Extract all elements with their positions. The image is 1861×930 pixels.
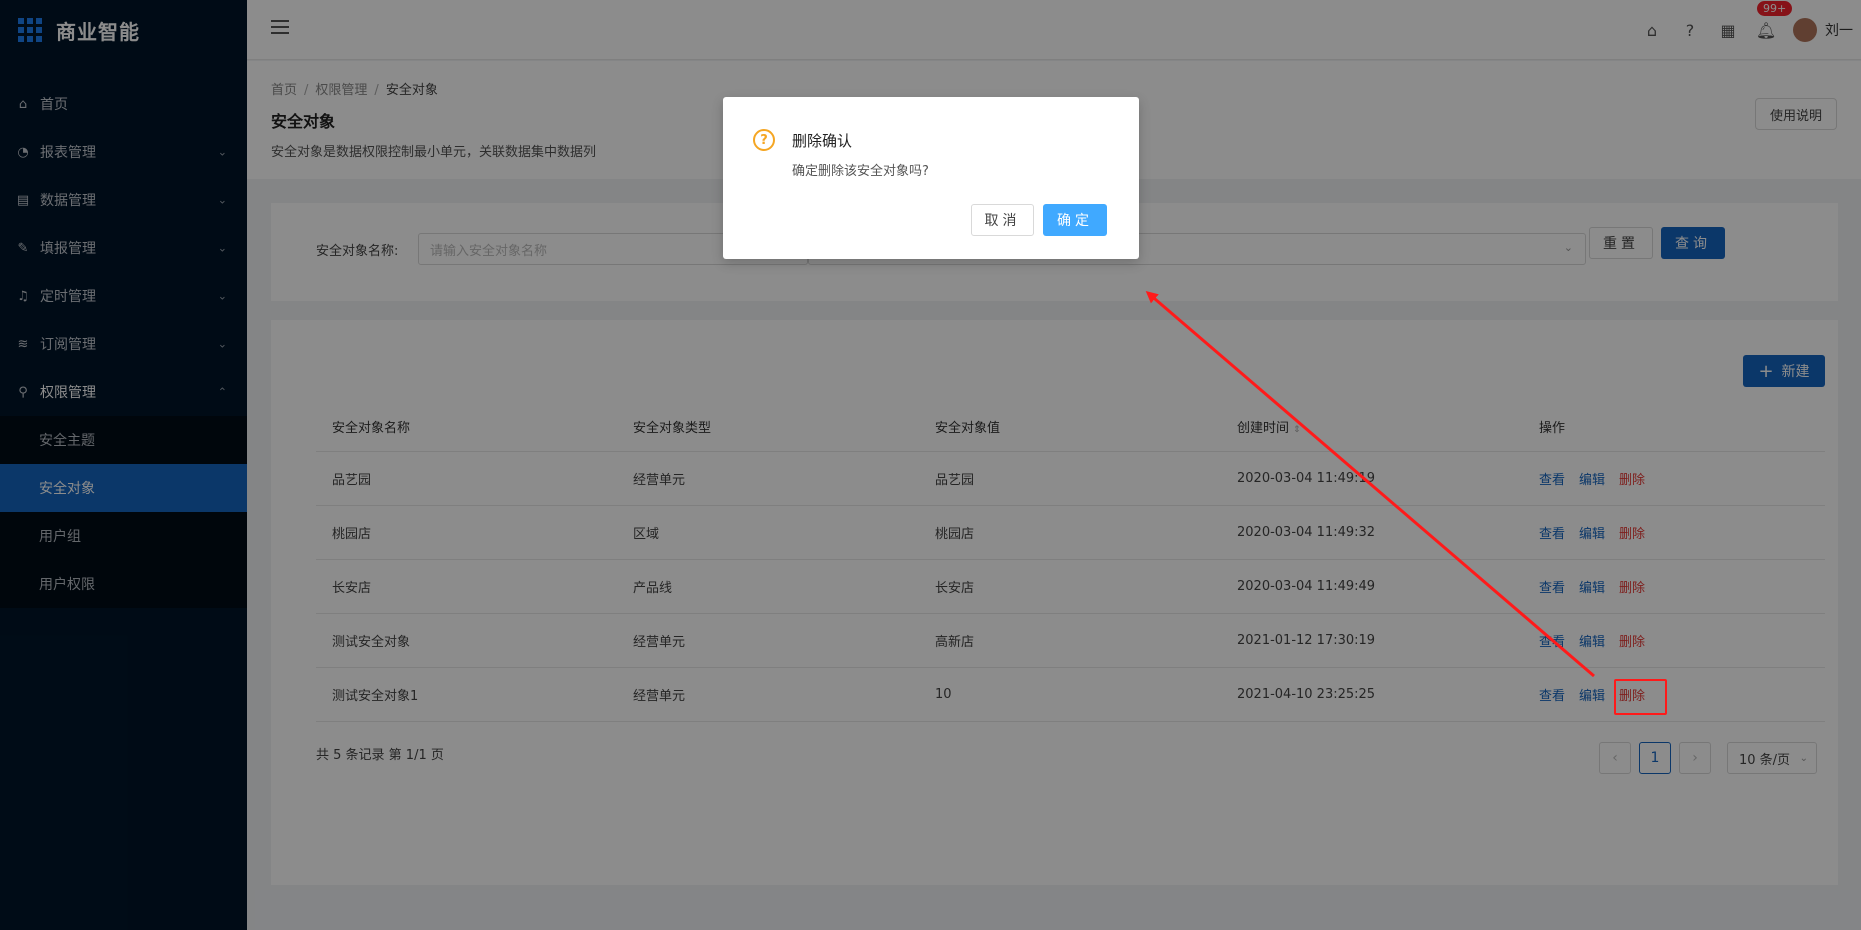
delete-confirm-modal: ? 删除确认 确定删除该安全对象吗? 取消 确定 bbox=[723, 97, 1139, 259]
modal-title: 删除确认 bbox=[792, 132, 853, 150]
annotation-highlight-box bbox=[1614, 679, 1667, 715]
question-circle-icon: ? bbox=[753, 129, 775, 151]
cancel-button[interactable]: 取消 bbox=[971, 204, 1034, 236]
confirm-button[interactable]: 确定 bbox=[1043, 204, 1107, 236]
modal-message: 确定删除该安全对象吗? bbox=[792, 164, 929, 179]
